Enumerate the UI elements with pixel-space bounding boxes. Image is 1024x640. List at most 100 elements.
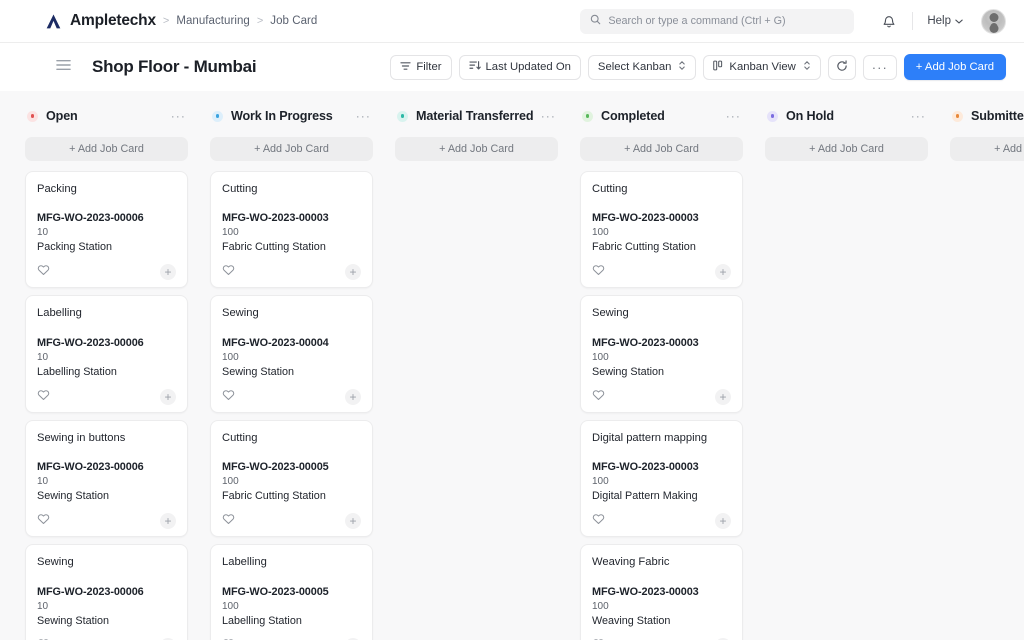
kanban-column: Submitted···+ Add Job Card [950,105,1024,171]
add-job-card-button[interactable]: + Add Job Card [950,137,1024,161]
top-navbar: Ampletechx > Manufacturing > Job Card Se… [0,0,1024,43]
add-job-card-button[interactable]: + Add Job Card [765,137,928,161]
search-input[interactable]: Search or type a command (Ctrl + G) [580,9,854,34]
column-menu-button[interactable]: ··· [720,112,741,120]
job-card-footer: + [592,506,731,536]
column-menu-button[interactable]: ··· [350,112,371,120]
add-job-card-button[interactable]: + Add Job Card [210,137,373,161]
kanban-column: Material Transferred··· + Add Job Card [395,105,558,171]
column-header: Open··· [25,105,188,127]
filter-icon [400,61,411,74]
favorite-heart-icon[interactable] [222,263,235,281]
favorite-heart-icon[interactable] [37,388,50,406]
job-card[interactable]: Digital pattern mappingMFG-WO-2023-00003… [580,420,743,537]
add-icon[interactable]: + [715,513,731,529]
work-order-id: MFG-WO-2023-00006 [37,461,176,473]
add-icon[interactable]: + [160,264,176,280]
add-icon[interactable]: + [715,389,731,405]
favorite-heart-icon[interactable] [592,388,605,406]
favorite-heart-icon[interactable] [222,512,235,530]
kanban-board-icon [713,60,724,74]
workstation: Sewing Station [37,615,176,627]
filter-button[interactable]: Filter [390,55,451,80]
favorite-heart-icon[interactable] [37,263,50,281]
work-order-id: MFG-WO-2023-00003 [592,586,731,598]
column-header: Completed··· [580,105,743,127]
favorite-heart-icon[interactable] [37,512,50,530]
add-job-card-button[interactable]: + Add Job Card [395,137,558,161]
sort-label: Last Updated On [486,61,571,73]
status-dot [767,111,778,122]
sort-button[interactable]: Last Updated On [459,55,581,80]
chevron-down-icon [955,15,963,27]
add-icon[interactable]: + [160,389,176,405]
job-card[interactable]: Weaving FabricMFG-WO-2023-00003100Weavin… [580,544,743,640]
work-order-id: MFG-WO-2023-00006 [37,212,176,224]
add-icon[interactable]: + [160,513,176,529]
navbar-right-group: Search or type a command (Ctrl + G) Help [580,8,1006,34]
select-kanban-dropdown[interactable]: Select Kanban [588,55,697,80]
job-card[interactable]: PackingMFG-WO-2023-0000610Packing Statio… [25,171,188,288]
list-menu-icon[interactable] [56,58,71,76]
job-card[interactable]: CuttingMFG-WO-2023-00003100Fabric Cuttin… [580,171,743,288]
column-menu-button[interactable]: ··· [535,112,556,120]
add-job-card-button[interactable]: + Add Job Card [25,137,188,161]
breadcrumb-item-job-card[interactable]: Job Card [270,15,317,27]
job-card[interactable]: SewingMFG-WO-2023-00003100Sewing Station… [580,295,743,412]
status-dot [212,111,223,122]
work-order-id: MFG-WO-2023-00006 [37,586,176,598]
column-menu-button[interactable]: ··· [905,112,926,120]
quantity: 100 [222,601,361,612]
brand-name: Ampletechx [70,12,156,30]
kanban-column: On Hold ··· + Add Job Card [765,105,928,171]
job-card-title: Cutting [222,183,361,196]
job-card[interactable]: SewingMFG-WO-2023-0000610Sewing Station+ [25,544,188,640]
status-dot [27,111,38,122]
job-card[interactable]: CuttingMFG-WO-2023-00003100Fabric Cuttin… [210,171,373,288]
job-card[interactable]: LabellingMFG-WO-2023-00005100Labelling S… [210,544,373,640]
work-order-id: MFG-WO-2023-00005 [222,586,361,598]
job-card[interactable]: LabellingMFG-WO-2023-0000610Labelling St… [25,295,188,412]
notification-bell-icon[interactable] [874,8,904,34]
add-job-card-button[interactable]: + Add Job Card [904,54,1006,80]
favorite-heart-icon[interactable] [222,388,235,406]
quantity: 100 [592,227,731,238]
job-card[interactable]: SewingMFG-WO-2023-00004100Sewing Station… [210,295,373,412]
add-icon[interactable]: + [715,264,731,280]
breadcrumb-separator-2: > [257,15,263,27]
column-header: Material Transferred··· [395,105,558,127]
column-title: On Hold [786,109,834,123]
status-dot [582,111,593,122]
chevron-updown-icon [803,60,811,74]
kanban-column: Open··· + Add Job Card Packing MFG-WO-2023-… [25,105,188,640]
refresh-button[interactable] [828,55,856,80]
avatar[interactable] [981,9,1006,34]
kanban-view-dropdown[interactable]: Kanban View [703,55,820,80]
brand-logo-group[interactable]: Ampletechx [44,12,156,31]
job-card-footer: + [37,382,176,412]
job-card[interactable]: Sewing in buttonsMFG-WO-2023-0000610Sewi… [25,420,188,537]
add-icon[interactable]: + [345,513,361,529]
column-header: On Hold ··· [765,105,928,127]
column-menu-button[interactable]: ··· [165,112,186,120]
job-card-footer: + [222,382,361,412]
job-card[interactable]: CuttingMFG-WO-2023-00005100Fabric Cuttin… [210,420,373,537]
more-options-button[interactable]: ··· [863,55,897,80]
status-dot [952,111,963,122]
add-job-card-button[interactable]: + Add Job Card [580,137,743,161]
job-card-title: Packing [37,183,176,196]
breadcrumb-item-manufacturing[interactable]: Manufacturing [176,15,250,27]
kanban-board: Open··· + Add Job Card Packing MFG-WO-2023-… [0,91,1024,640]
help-menu-button[interactable]: Help [921,12,969,30]
job-card-title: Sewing [37,556,176,569]
kanban-view-label: Kanban View [729,61,795,73]
add-icon[interactable]: + [345,389,361,405]
favorite-heart-icon[interactable] [592,512,605,530]
favorite-heart-icon[interactable] [592,263,605,281]
work-order-id: MFG-WO-2023-00003 [592,212,731,224]
add-icon[interactable]: + [345,264,361,280]
card-list: PackingMFG-WO-2023-0000610Packing Statio… [25,171,188,640]
add-job-card-label: + Add Job Card [916,61,994,73]
job-card-title: Labelling [222,556,361,569]
job-card-title: Cutting [592,183,731,196]
